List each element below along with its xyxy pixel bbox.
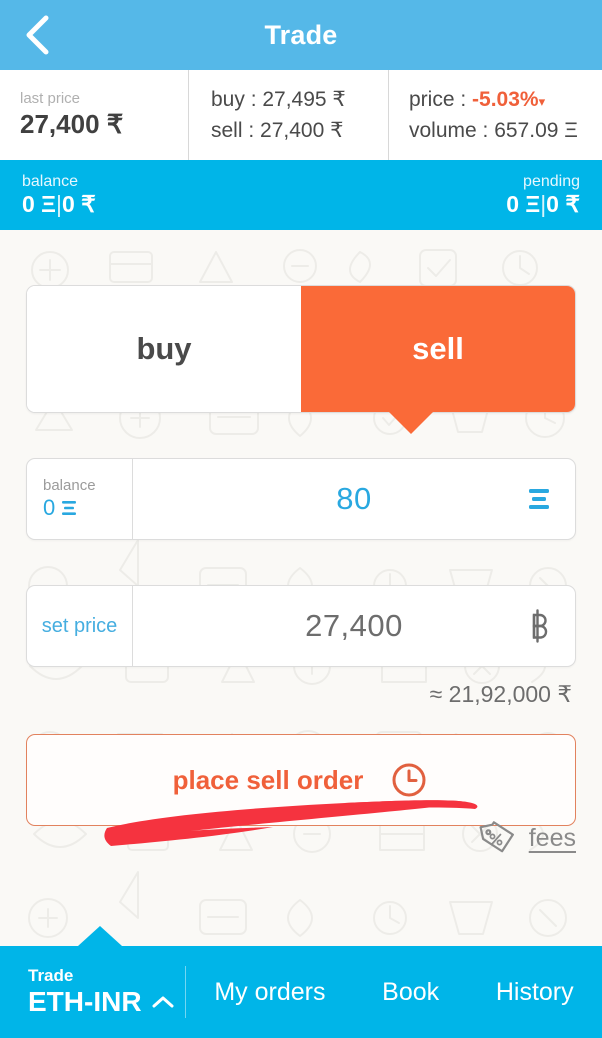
bottom-nav-notch xyxy=(78,926,122,946)
buy-tab[interactable]: buy xyxy=(27,286,301,412)
price-change-value: -5.03% xyxy=(472,87,539,111)
balance-bar: balance 0 Ξ|0 ₹ pending 0 Ξ|0 ₹ xyxy=(0,160,602,230)
sell-tab[interactable]: sell xyxy=(301,286,575,412)
ticker-strip: last price 27,400 ₹ buy : 27,495 ₹ sell … xyxy=(0,70,602,160)
active-tab-pointer xyxy=(389,412,433,434)
amount-field[interactable]: balance 0 80 xyxy=(26,458,576,540)
buy-price-row: buy : 27,495 ₹ xyxy=(211,87,346,111)
balance-group: balance 0 Ξ|0 ₹ xyxy=(22,173,96,217)
amount-input[interactable]: 80 xyxy=(336,481,371,517)
approx-total: ≈ 21,92,000 ₹ xyxy=(429,681,572,707)
pending-label: pending xyxy=(523,172,580,190)
price-input-area[interactable]: 27,400 xyxy=(133,586,575,666)
price-unit xyxy=(525,608,551,644)
volume-row: volume : 657.09 Ξ xyxy=(409,119,578,142)
set-price-label-cell[interactable]: set price xyxy=(27,586,133,666)
title-bar: Trade xyxy=(0,0,602,70)
balance-crypto: 0 Ξ xyxy=(22,190,56,217)
price-field[interactable]: set price 27,400 xyxy=(26,585,576,667)
chevron-left-icon xyxy=(26,15,49,55)
amount-unit xyxy=(527,484,551,514)
trade-form: buy sell balance 0 80 set price 27,400 ≈… xyxy=(0,230,602,826)
price-input[interactable]: 27,400 xyxy=(305,608,403,644)
clock-icon xyxy=(392,763,426,797)
pair-value: ETH-INR xyxy=(28,986,142,1018)
chevron-up-icon xyxy=(152,996,174,1008)
ethereum-icon xyxy=(529,489,549,509)
pair-value-row: ETH-INR xyxy=(28,986,185,1018)
pending-group: pending 0 Ξ|0 ₹ xyxy=(506,173,580,217)
fees-label[interactable]: fees xyxy=(529,824,576,853)
last-price-value: 27,400 ₹ xyxy=(20,108,124,139)
pending-crypto: 0 Ξ xyxy=(506,190,541,217)
balance-fiat: 0 ₹ xyxy=(61,190,96,217)
chevron-down-icon: ▾ xyxy=(538,93,546,109)
pending-fiat: 0 ₹ xyxy=(546,190,580,217)
side-toggle-group: buy sell xyxy=(26,285,576,413)
trade-screen: Trade last price 27,400 ₹ buy : 27,495 ₹… xyxy=(0,0,602,1038)
nav-item-my-orders[interactable]: My orders xyxy=(214,978,325,1007)
sell-price-row: sell : 27,400 ₹ xyxy=(211,119,344,142)
amount-input-area[interactable]: 80 xyxy=(133,459,575,539)
nav-item-book[interactable]: Book xyxy=(382,978,439,1007)
place-sell-order-label: place sell order xyxy=(172,764,364,795)
balance-values: 0 Ξ|0 ₹ xyxy=(22,191,96,217)
set-price-label[interactable]: set price xyxy=(42,615,118,638)
stats-cell: price : -5.03%▾ volume : 657.09 Ξ xyxy=(388,70,602,160)
amount-balance-number: 0 xyxy=(43,494,56,520)
nav-item-list: My orders Book History xyxy=(186,978,602,1007)
amount-balance-caption: balance xyxy=(43,476,96,494)
page-title: Trade xyxy=(264,19,338,50)
last-price-label: last price xyxy=(20,90,81,108)
baht-icon xyxy=(532,609,548,643)
pending-values: 0 Ξ|0 ₹ xyxy=(506,191,580,217)
balance-label: balance xyxy=(22,172,79,190)
pending-separator: | xyxy=(540,190,547,217)
back-button[interactable] xyxy=(8,0,68,70)
amount-balance-value: 0 xyxy=(27,495,77,521)
ethereum-icon xyxy=(62,500,77,515)
bottom-nav: Trade ETH-INR My orders Book History xyxy=(0,926,602,1038)
nav-item-history[interactable]: History xyxy=(496,978,574,1007)
amount-balance-label: balance 0 xyxy=(27,459,133,539)
pair-selector[interactable]: Trade ETH-INR xyxy=(0,966,185,1019)
place-sell-order-button[interactable]: place sell order xyxy=(26,734,576,826)
price-change-label: price : xyxy=(409,87,473,111)
last-price-cell: last price 27,400 ₹ xyxy=(0,70,188,160)
bid-ask-cell: buy : 27,495 ₹ sell : 27,400 ₹ xyxy=(188,70,388,160)
price-change-row: price : -5.03%▾ xyxy=(409,84,586,116)
percent-tag-icon xyxy=(479,821,514,853)
side-toggle: buy sell xyxy=(26,285,576,434)
fees-link[interactable]: fees xyxy=(477,818,576,858)
balance-separator: | xyxy=(55,190,62,217)
pair-caption: Trade xyxy=(28,965,74,985)
